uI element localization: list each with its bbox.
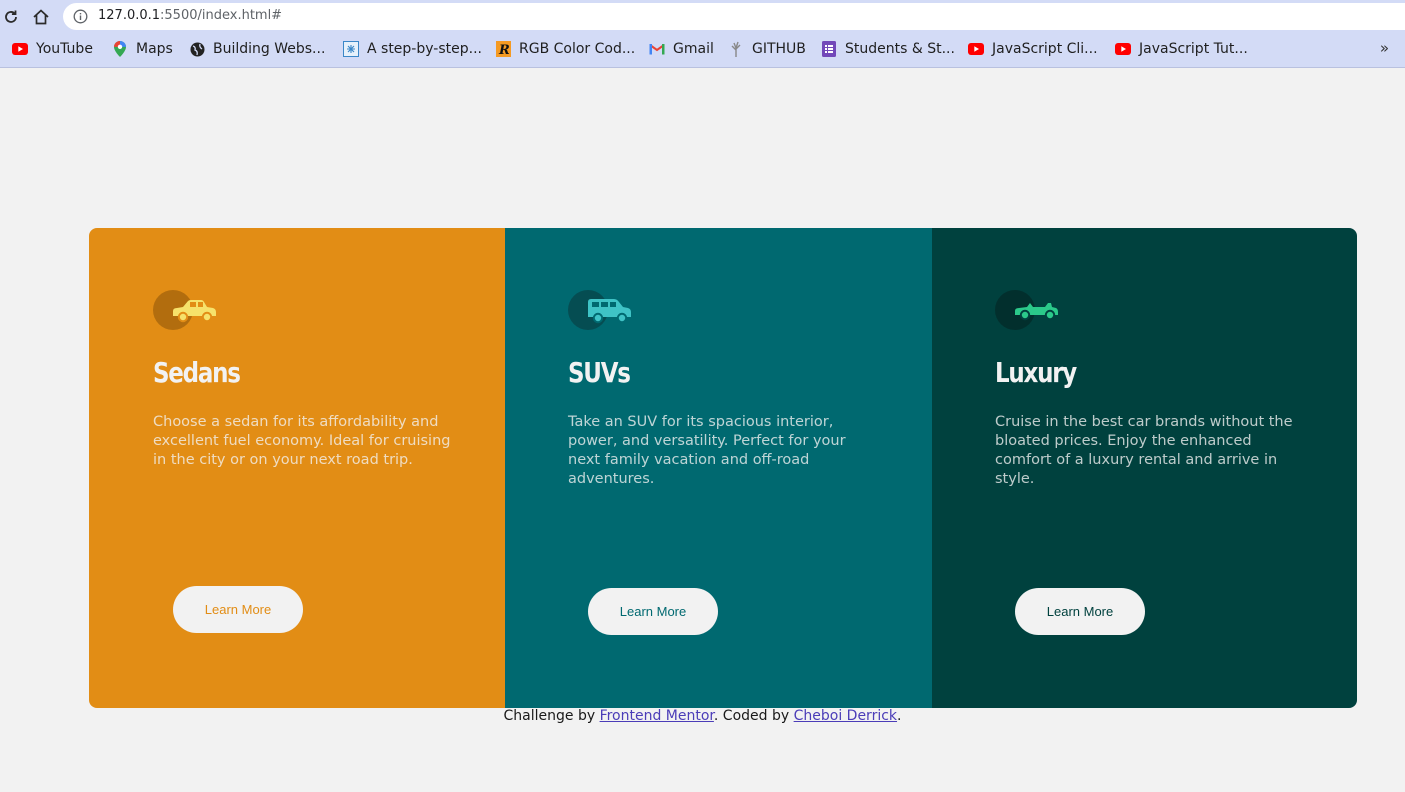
bookmark-label: Building Webs...	[213, 41, 326, 57]
bookmark-label: Maps	[136, 41, 173, 57]
bookmark-youtube[interactable]: YouTube	[12, 40, 93, 58]
svg-text:R: R	[498, 43, 510, 57]
bookmark-label: YouTube	[36, 41, 93, 57]
browser-toolbar: 127.0.0.1:5500/index.html#	[0, 0, 1405, 34]
address-bar[interactable]: 127.0.0.1:5500/index.html#	[63, 3, 1405, 30]
bookmark-label: JavaScript Cli...	[992, 41, 1098, 57]
bookmarks-overflow-icon[interactable]: »	[1380, 39, 1389, 57]
suv-svg	[588, 299, 631, 324]
attribution-middle: . Coded by	[713, 708, 794, 724]
bookmark-gmail[interactable]: Gmail	[649, 40, 714, 58]
bookmark-label: JavaScript Tut...	[1139, 41, 1248, 57]
url-path: :5500/index.html#	[160, 8, 283, 23]
bookmarks-bar: YouTube Maps Building Webs... A step-by-…	[0, 34, 1405, 64]
reload-icon[interactable]	[0, 6, 22, 28]
bookmark-label: GITHUB	[752, 41, 806, 57]
globe-icon	[189, 41, 205, 57]
tree-icon	[728, 41, 744, 57]
card-title: Sedans	[153, 356, 241, 389]
card-description: Take an SUV for its spacious interior, p…	[568, 414, 846, 487]
bookmark-students[interactable]: Students & St...	[821, 40, 955, 58]
bookmark-label: A step-by-step...	[367, 41, 482, 57]
attribution: Challenge by Frontend Mentor. Coded by C…	[0, 708, 1405, 724]
bookmark-maps[interactable]: Maps	[112, 40, 173, 58]
youtube-icon	[1115, 41, 1131, 57]
car-cards: Sedans Choose a sedan for its affordabil…	[89, 228, 1357, 708]
bookmark-building-websites[interactable]: Building Webs...	[189, 40, 325, 58]
bookmark-javascript-tutorial[interactable]: JavaScript Tut...	[1115, 40, 1248, 58]
bookmark-rgb-color-codes[interactable]: R RGB Color Cod...	[495, 40, 635, 58]
gmail-icon	[649, 41, 665, 57]
maps-icon	[112, 41, 128, 57]
home-icon[interactable]	[30, 6, 52, 28]
sedan-svg	[173, 300, 216, 323]
forms-icon	[821, 41, 837, 57]
card-suvs: SUVs Take an SUV for its spacious interi…	[505, 228, 932, 708]
youtube-icon	[12, 41, 28, 57]
card-sedans: Sedans Choose a sedan for its affordabil…	[89, 228, 505, 708]
bookmark-label: RGB Color Cod...	[519, 41, 636, 57]
bookmark-label: Gmail	[673, 41, 714, 57]
card-title: Luxury	[995, 356, 1077, 389]
info-icon[interactable]	[73, 9, 88, 24]
bookmark-github[interactable]: GITHUB	[728, 40, 806, 58]
card-description: Cruise in the best car brands without th…	[995, 414, 1293, 487]
url-text: 127.0.0.1:5500/index.html#	[98, 8, 282, 23]
learn-more-button-luxury[interactable]: Learn More	[1015, 588, 1145, 635]
bookmark-label: Students & St...	[845, 41, 955, 57]
browser-chrome: 127.0.0.1:5500/index.html# YouTube Maps …	[0, 0, 1405, 68]
card-description: Choose a sedan for its affordability and…	[153, 414, 451, 468]
attribution-suffix: .	[897, 708, 902, 724]
learn-more-button-sedans[interactable]: Learn More	[173, 586, 303, 633]
grid-icon	[343, 41, 359, 57]
frontend-mentor-link[interactable]: Frontend Mentor	[600, 708, 714, 724]
r-logo-icon: R	[495, 41, 511, 57]
youtube-icon	[968, 41, 984, 57]
url-host: 127.0.0.1	[98, 8, 161, 23]
luxury-svg	[1015, 303, 1058, 321]
attribution-prefix: Challenge by	[503, 708, 600, 724]
card-title: SUVs	[568, 356, 631, 389]
luxury-car-icon	[995, 290, 1061, 332]
author-link[interactable]: Cheboi Derrick	[794, 708, 897, 724]
bookmark-step-by-step[interactable]: A step-by-step...	[343, 40, 482, 58]
card-luxury: Luxury Cruise in the best car brands wit…	[932, 228, 1357, 708]
bookmark-javascript-clips[interactable]: JavaScript Cli...	[968, 40, 1098, 58]
learn-more-button-suvs[interactable]: Learn More	[588, 588, 718, 635]
suv-car-icon	[568, 290, 634, 332]
sedan-car-icon	[153, 290, 219, 332]
